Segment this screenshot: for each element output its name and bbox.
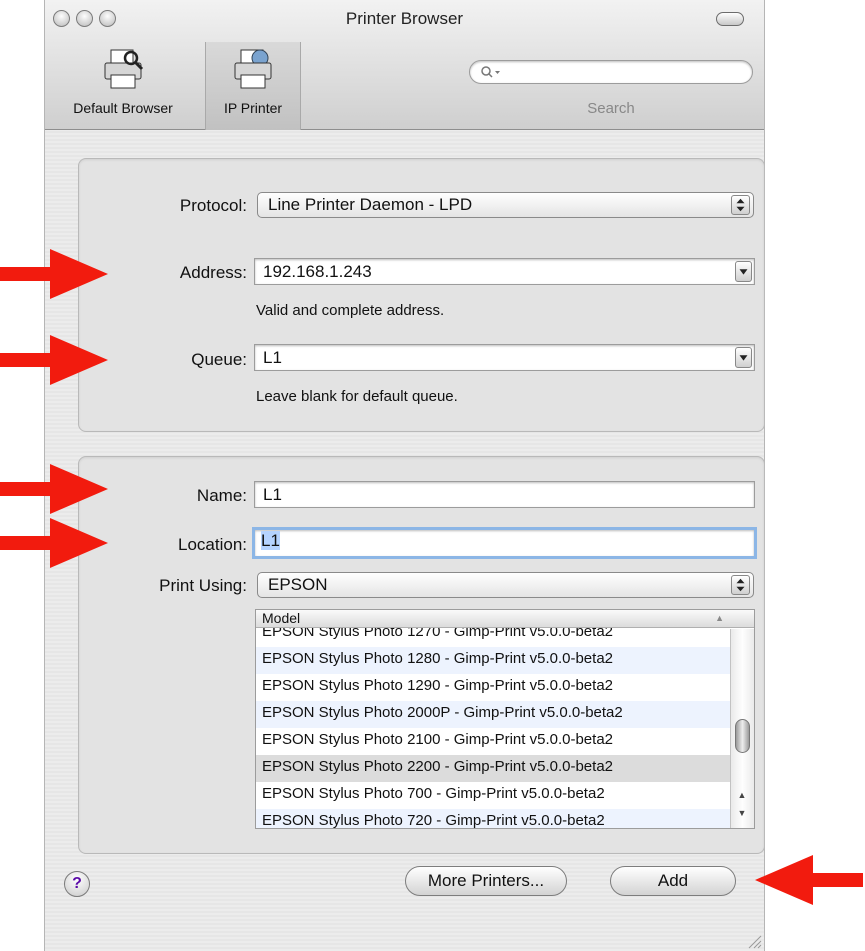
- name-value: L1: [263, 485, 282, 504]
- protocol-popup[interactable]: Line Printer Daemon - LPD: [257, 192, 754, 218]
- address-annotation-arrow-icon: [0, 249, 108, 299]
- title-toolbar: Printer Browser Default Browser IP Print…: [45, 0, 764, 130]
- window-title: Printer Browser: [345, 9, 464, 28]
- tab-default-browser[interactable]: Default Browser: [53, 42, 193, 130]
- model-list-scrollbar[interactable]: ▲ ▼: [730, 629, 754, 828]
- model-column-header-overlay: Model ▲: [256, 610, 754, 628]
- location-annotation-arrow-icon: [0, 518, 108, 568]
- add-button[interactable]: Add: [610, 866, 736, 896]
- search-icon: [481, 66, 500, 78]
- resize-grip-icon[interactable]: [746, 933, 762, 949]
- more-printers-button[interactable]: More Printers...: [405, 866, 567, 896]
- queue-combo[interactable]: L1: [254, 344, 755, 371]
- list-item[interactable]: EPSON Stylus Photo 700 - Gimp-Print v5.0…: [256, 782, 730, 809]
- tab-ip-printer[interactable]: IP Printer: [205, 42, 301, 130]
- updown-arrows-icon: [731, 195, 750, 215]
- default-browser-label: Default Browser: [73, 100, 173, 116]
- model-list[interactable]: Model ▲ EPSON Stylus Photo 1270 - Gimp-P…: [255, 609, 755, 829]
- chevron-down-icon[interactable]: [735, 261, 752, 282]
- ip-printer-icon: [234, 49, 272, 89]
- address-value: 192.168.1.243: [263, 262, 372, 281]
- address-combo[interactable]: 192.168.1.243: [254, 258, 755, 285]
- print-using-label: Print Using:: [159, 576, 247, 595]
- add-annotation-arrow-icon: [755, 855, 863, 905]
- toolbar-toggle-button[interactable]: [716, 12, 744, 26]
- scroll-up-arrow-icon[interactable]: ▲: [731, 790, 753, 810]
- queue-annotation-arrow-icon: [0, 335, 108, 385]
- scroll-down-arrow-icon[interactable]: ▼: [731, 808, 753, 828]
- location-field[interactable]: L1: [252, 527, 757, 559]
- address-hint: Valid and complete address.: [256, 302, 445, 319]
- printer-browser-window: Printer Browser Default Browser IP Print…: [44, 0, 765, 951]
- help-button[interactable]: ?: [64, 871, 90, 897]
- sort-ascending-icon: ▲: [715, 613, 724, 623]
- print-using-popup[interactable]: EPSON: [257, 572, 754, 598]
- location-value: L1: [261, 531, 280, 550]
- list-item[interactable]: EPSON Stylus Photo 2200 - Gimp-Print v5.…: [256, 755, 730, 782]
- queue-hint: Leave blank for default queue.: [256, 388, 458, 405]
- queue-value: L1: [263, 348, 282, 367]
- model-header-label: Model: [262, 610, 301, 626]
- protocol-value: Line Printer Daemon - LPD: [268, 195, 473, 214]
- protocol-label: Protocol:: [179, 196, 247, 215]
- list-item[interactable]: EPSON Stylus Photo 1290 - Gimp-Print v5.…: [256, 674, 730, 701]
- model-rows: EPSON Stylus Photo 1270 - Gimp-Print v5.…: [256, 620, 730, 828]
- list-item[interactable]: EPSON Stylus Photo 2000P - Gimp-Print v5…: [256, 701, 730, 728]
- print-using-value: EPSON: [268, 575, 328, 594]
- scrollbar-thumb[interactable]: [735, 719, 750, 753]
- search-label: Search: [587, 100, 635, 117]
- name-field[interactable]: L1: [254, 481, 755, 508]
- list-item[interactable]: EPSON Stylus Photo 2100 - Gimp-Print v5.…: [256, 728, 730, 755]
- chevron-down-icon[interactable]: [735, 347, 752, 368]
- default-browser-printer-icon: [104, 49, 144, 89]
- list-item[interactable]: EPSON Stylus Photo 720 - Gimp-Print v5.0…: [256, 809, 730, 828]
- name-annotation-arrow-icon: [0, 464, 108, 514]
- ip-printer-label: IP Printer: [223, 100, 283, 116]
- list-item[interactable]: EPSON Stylus Photo 1280 - Gimp-Print v5.…: [256, 647, 730, 674]
- updown-arrows-icon: [731, 575, 750, 595]
- search-input[interactable]: [469, 60, 753, 84]
